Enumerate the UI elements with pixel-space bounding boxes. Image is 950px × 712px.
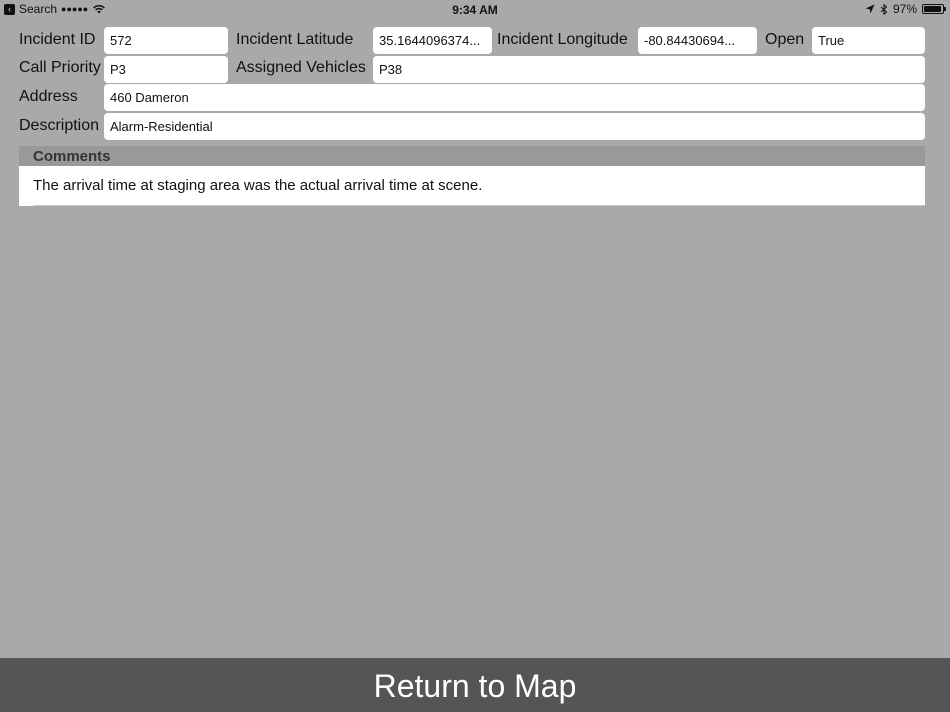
incident-longitude-field[interactable]: -80.84430694... [638, 27, 757, 54]
comment-row[interactable]: The arrival time at staging area was the… [19, 166, 925, 206]
assigned-vehicles-field[interactable]: P38 [373, 56, 925, 83]
incident-id-field[interactable]: 572 [104, 27, 228, 54]
incident-id-label: Incident ID [19, 31, 96, 48]
assigned-vehicles-label: Assigned Vehicles [236, 59, 366, 76]
open-field[interactable]: True [812, 27, 925, 54]
incident-longitude-label: Incident Longitude [497, 31, 628, 48]
comments-section-header: Comments [19, 146, 925, 166]
location-arrow-icon [865, 4, 875, 14]
call-priority-field[interactable]: P3 [104, 56, 228, 83]
open-label: Open [765, 31, 805, 48]
wifi-icon [93, 5, 106, 14]
bluetooth-icon [880, 3, 888, 15]
return-to-map-button[interactable]: Return to Map [0, 658, 950, 712]
status-bar: ‹ Search ●●●●● 9:34 AM 97% [0, 0, 950, 20]
signal-strength-icon: ●●●●● [61, 4, 89, 14]
status-left[interactable]: ‹ Search ●●●●● [4, 2, 106, 16]
call-priority-label: Call Priority [19, 59, 101, 76]
incident-latitude-label: Incident Latitude [236, 31, 354, 48]
address-field[interactable]: 460 Dameron [104, 84, 925, 111]
address-label: Address [19, 88, 78, 105]
comment-separator [33, 205, 925, 206]
back-to-app-label[interactable]: Search [19, 2, 57, 16]
description-label: Description [19, 117, 100, 134]
description-field[interactable]: Alarm-Residential [104, 113, 925, 140]
battery-level-fill [924, 6, 942, 12]
status-time: 9:34 AM [452, 3, 498, 17]
back-arrow-icon[interactable]: ‹ [4, 3, 15, 15]
status-right: 97% [865, 2, 946, 16]
battery-icon [922, 4, 946, 14]
battery-percent: 97% [892, 2, 917, 16]
incident-latitude-field[interactable]: 35.1644096374... [373, 27, 492, 54]
